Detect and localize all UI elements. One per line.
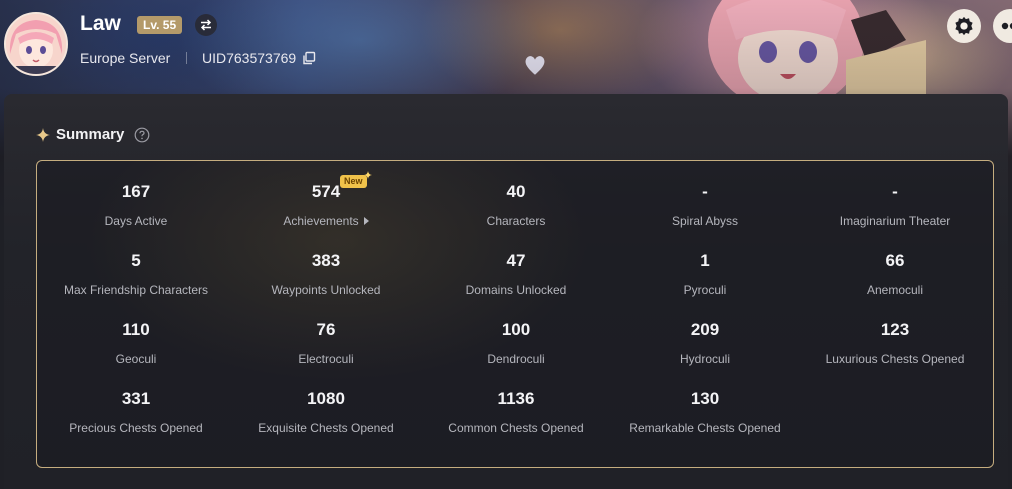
user-name: Law	[80, 12, 121, 35]
stat-value: 331	[121, 389, 151, 408]
stat-days-active: 167 Days Active	[41, 182, 231, 228]
stat-value: -	[702, 182, 708, 201]
summary-header: Summary	[36, 126, 150, 143]
summary-title: Summary	[56, 126, 125, 143]
stat-characters: 40 Characters	[421, 182, 611, 228]
stat-label: Max Friendship Characters	[63, 283, 209, 297]
stat-electroculi: 76 Electroculi	[231, 320, 421, 366]
stat-value: 574	[311, 182, 341, 201]
stat-label: Spiral Abyss	[671, 214, 739, 228]
switch-account-button[interactable]	[195, 14, 217, 36]
stat-label: Characters	[486, 214, 546, 228]
stat-label: Imaginarium Theater	[839, 214, 951, 228]
level-badge: Lv. 55	[137, 16, 183, 34]
server-name: Europe Server	[80, 50, 171, 66]
stat-max-friendship: 5 Max Friendship Characters	[41, 251, 231, 297]
uid-text: UID763573769	[202, 50, 297, 66]
stat-precious-chests: 331 Precious Chests Opened	[41, 389, 231, 435]
new-badge: New	[340, 175, 367, 188]
achievements-label: Achievements	[283, 214, 359, 228]
stat-label: Dendroculi	[487, 352, 545, 366]
stat-value: 1136	[497, 389, 535, 408]
stat-label: Achievements	[231, 214, 421, 228]
stat-value: 66	[885, 251, 905, 270]
sparkle-icon	[36, 127, 50, 142]
stat-remarkable-chests: 130 Remarkable Chests Opened	[610, 389, 800, 435]
stat-value: 110	[122, 320, 150, 339]
stat-pyroculi: 1 Pyroculi	[610, 251, 800, 297]
switch-arrows-icon	[200, 19, 212, 31]
stat-label: Pyroculi	[683, 283, 727, 297]
stat-label: Luxurious Chests Opened	[825, 352, 965, 366]
stat-waypoints: 383 Waypoints Unlocked	[231, 251, 421, 297]
copy-icon[interactable]	[302, 51, 316, 65]
stat-label: Exquisite Chests Opened	[258, 421, 394, 435]
stat-label: Waypoints Unlocked	[271, 283, 381, 297]
stat-value: 209	[690, 320, 720, 339]
stat-anemoculi: 66 Anemoculi	[800, 251, 990, 297]
stat-value: 76	[316, 320, 336, 339]
stat-value: 40	[506, 182, 526, 201]
stat-value: 5	[131, 251, 141, 270]
gear-icon	[955, 16, 973, 36]
stat-value: 100	[501, 320, 531, 339]
stat-domains: 47 Domains Unlocked	[421, 251, 611, 297]
settings-button[interactable]	[947, 9, 981, 43]
stat-value: 167	[121, 182, 151, 201]
stat-label: Geoculi	[115, 352, 157, 366]
header-divider	[186, 52, 187, 64]
caret-right-icon	[363, 217, 369, 225]
stat-label: Electroculi	[298, 352, 354, 366]
stat-value: 1	[700, 251, 710, 270]
stat-luxurious-chests: 123 Luxurious Chests Opened	[800, 320, 990, 366]
avatar-portrait-icon	[6, 14, 66, 74]
stat-imaginarium-theater: - Imaginarium Theater	[800, 182, 990, 228]
stat-label: Domains Unlocked	[465, 283, 567, 297]
stat-dendroculi: 100 Dendroculi	[421, 320, 611, 366]
stat-value: 123	[880, 320, 910, 339]
avatar[interactable]	[4, 12, 68, 76]
stat-label: Days Active	[104, 214, 168, 228]
stat-label: Anemoculi	[866, 283, 924, 297]
stat-label: Common Chests Opened	[448, 421, 584, 435]
stat-value: 47	[506, 251, 526, 270]
stat-label: Precious Chests Opened	[69, 421, 203, 435]
stat-common-chests: 1136 Common Chests Opened	[421, 389, 611, 435]
stat-hydroculi: 209 Hydroculi	[610, 320, 800, 366]
stat-achievements[interactable]: 574 Achievements	[231, 182, 421, 228]
stat-label: Hydroculi	[679, 352, 730, 366]
badge-sparkle-icon	[364, 171, 372, 179]
stat-value: 130	[690, 389, 720, 408]
stat-geoculi: 110 Geoculi	[41, 320, 231, 366]
stat-value: 1080	[307, 389, 345, 408]
stat-label: Remarkable Chests Opened	[629, 421, 781, 435]
stat-value: -	[892, 182, 898, 201]
stat-spiral-abyss: - Spiral Abyss	[610, 182, 800, 228]
question-icon[interactable]	[134, 127, 150, 143]
stat-exquisite-chests: 1080 Exquisite Chests Opened	[231, 389, 421, 435]
more-icon	[1001, 22, 1012, 30]
stat-value: 383	[311, 251, 341, 270]
